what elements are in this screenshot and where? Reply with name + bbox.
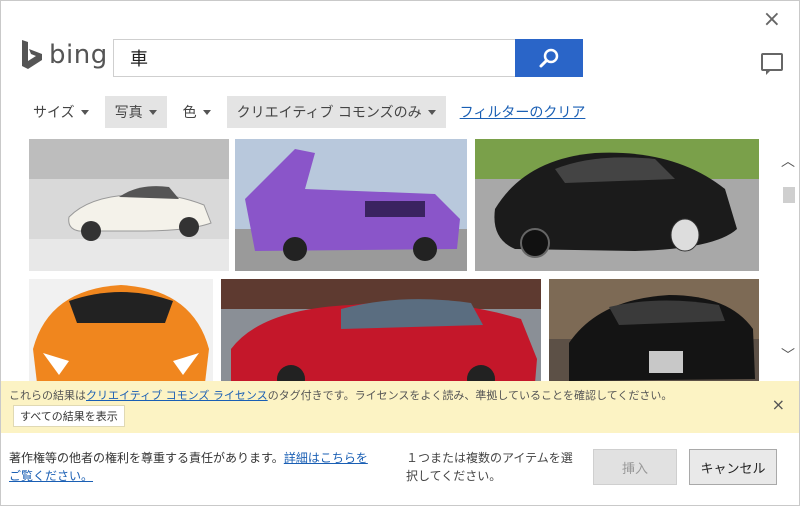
- image-result-red-sedan[interactable]: [221, 279, 541, 383]
- filter-license-label: クリエイティブ コモンズのみ: [236, 105, 422, 121]
- logo-text: bing: [49, 40, 108, 70]
- show-all-results-button[interactable]: すべての結果を表示: [13, 405, 125, 427]
- close-icon[interactable]: ×: [763, 9, 781, 31]
- clear-filters-link[interactable]: フィルターのクリア: [452, 102, 594, 122]
- search-button[interactable]: [515, 39, 583, 77]
- filter-type-label: 写真: [114, 105, 143, 121]
- filter-bar: サイズ 写真 色 クリエイティブ コモンズのみ フィルターのクリア: [23, 96, 593, 128]
- filter-size-label: サイズ: [33, 105, 75, 121]
- filter-type[interactable]: 写真: [104, 96, 167, 128]
- chevron-down-icon: [80, 109, 89, 115]
- filter-size[interactable]: サイズ: [23, 96, 99, 128]
- banner-close-icon[interactable]: ×: [772, 395, 785, 414]
- scroll-down-icon[interactable]: ﹀: [781, 349, 795, 363]
- cancel-button[interactable]: キャンセル: [689, 449, 777, 485]
- feedback-icon[interactable]: [761, 53, 783, 75]
- banner-text-prefix: これらの結果は: [9, 389, 86, 402]
- filter-color-label: 色: [182, 105, 197, 121]
- chevron-down-icon: [427, 109, 436, 115]
- image-result-orange-lamborghini[interactable]: [29, 279, 213, 383]
- chevron-down-icon: [202, 109, 211, 115]
- image-result-black-bugatti[interactable]: [475, 139, 759, 271]
- insert-button[interactable]: 挿入: [593, 449, 677, 485]
- banner-text-suffix: のタグ付きです。ライセンスをよく読み、準拠していることを確認してください。: [267, 389, 673, 402]
- license-banner-text: これらの結果はクリエイティブ コモンズ ライセンスのタグ付きです。ライセンスをよ…: [9, 387, 672, 403]
- bing-b-icon: [22, 40, 42, 69]
- rights-notice: 著作権等の他者の権利を尊重する責任があります。詳細はこちらをご覧ください。: [9, 449, 369, 485]
- image-result-black-rolls-royce[interactable]: [549, 279, 759, 383]
- search-input-value: 車: [130, 49, 148, 70]
- search-icon: [539, 48, 559, 68]
- image-result-white-classic-car[interactable]: [29, 139, 229, 271]
- scroll-up-icon[interactable]: ︿: [781, 155, 795, 169]
- bing-image-search-dialog: × bing 車 サイズ 写真 色 クリエイティブ コモンズのみ フィルターのク…: [0, 0, 800, 506]
- image-results-grid: [29, 139, 759, 383]
- chevron-down-icon: [148, 109, 157, 115]
- license-banner: これらの結果はクリエイティブ コモンズ ライセンスのタグ付きです。ライセンスをよ…: [1, 381, 799, 433]
- bing-logo: bing: [19, 37, 108, 73]
- scrollbar-thumb[interactable]: [783, 187, 795, 203]
- filter-license[interactable]: クリエイティブ コモンズのみ: [226, 96, 446, 128]
- rights-notice-text: 著作権等の他者の権利を尊重する責任があります。: [9, 451, 284, 465]
- select-prompt: １つまたは複数のアイテムを選択してください。: [406, 451, 573, 483]
- filter-color[interactable]: 色: [173, 96, 221, 128]
- image-result-purple-custom-van[interactable]: [235, 139, 467, 271]
- search-input[interactable]: 車: [113, 39, 515, 77]
- creative-commons-license-link[interactable]: クリエイティブ コモンズ ライセンス: [86, 389, 268, 402]
